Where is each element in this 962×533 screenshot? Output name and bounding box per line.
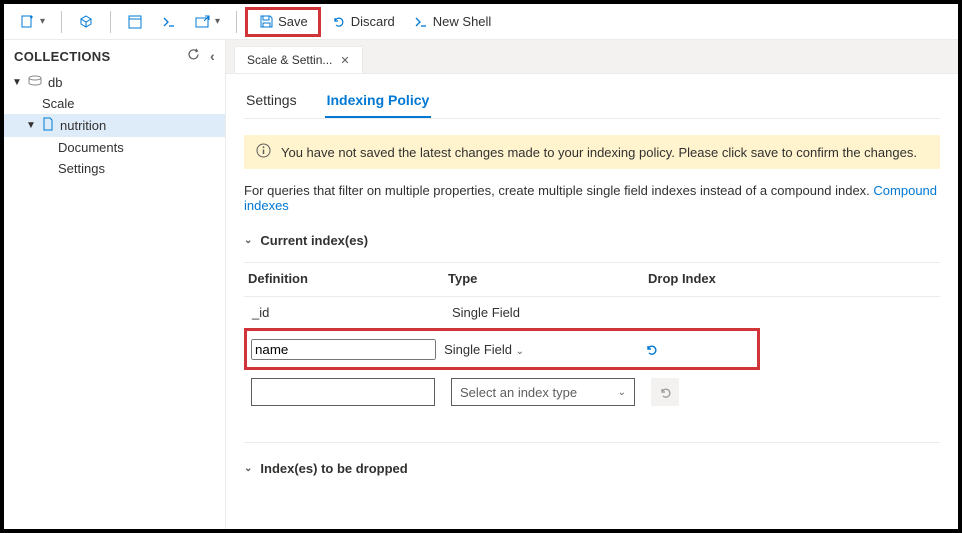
chevron-down-icon: ⌄ bbox=[618, 387, 626, 398]
refresh-icon[interactable] bbox=[187, 48, 200, 64]
panel-icon bbox=[127, 14, 143, 30]
definition-input-new[interactable] bbox=[251, 378, 435, 406]
undo-button[interactable] bbox=[637, 335, 665, 363]
sidebar: COLLECTIONS ‹ ▼ db Scale ▼ bbox=[4, 40, 226, 529]
toolbar-open-button[interactable]: ▾ bbox=[187, 10, 228, 34]
chevron-down-icon: ▾ bbox=[40, 16, 45, 27]
shell-icon bbox=[161, 14, 177, 30]
tree-scale[interactable]: Scale bbox=[4, 93, 225, 114]
subtab-settings[interactable]: Settings bbox=[244, 86, 299, 118]
tree-scale-label: Scale bbox=[42, 96, 75, 111]
description: For queries that filter on multiple prop… bbox=[244, 183, 940, 213]
toolbar-panel-button[interactable] bbox=[119, 10, 151, 34]
header-definition: Definition bbox=[248, 271, 448, 286]
new-collection-button[interactable]: ▾ bbox=[12, 10, 53, 34]
close-icon[interactable]: ✕ bbox=[340, 54, 349, 67]
type-select-name-value: Single Field bbox=[444, 342, 512, 357]
undo-button-disabled bbox=[651, 378, 679, 406]
section-dropped-label: Index(es) to be dropped bbox=[260, 461, 407, 476]
unsaved-notice: You have not saved the latest changes ma… bbox=[244, 135, 940, 169]
separator bbox=[236, 11, 237, 33]
row-id-def: _id bbox=[248, 305, 448, 320]
tree-documents[interactable]: Documents bbox=[4, 137, 225, 158]
save-button[interactable]: Save bbox=[250, 10, 316, 34]
sidebar-header: COLLECTIONS ‹ bbox=[4, 40, 225, 72]
sidebar-title: COLLECTIONS bbox=[14, 49, 110, 64]
cube-icon bbox=[78, 14, 94, 30]
new-shell-button[interactable]: New Shell bbox=[405, 10, 500, 34]
tree: ▼ db Scale ▼ nutrition Documents Setti bbox=[4, 72, 225, 179]
toolbar: ▾ ▾ Save Discard bbox=[4, 4, 958, 40]
caret-down-icon: ▼ bbox=[26, 120, 36, 131]
tree-db[interactable]: ▼ db bbox=[4, 72, 225, 93]
section-current-indexes[interactable]: ⌄ Current index(es) bbox=[244, 233, 940, 248]
caret-down-icon: ▼ bbox=[12, 77, 22, 88]
notice-text: You have not saved the latest changes ma… bbox=[281, 145, 917, 160]
chevron-down-icon: ⌄ bbox=[516, 346, 524, 357]
row-id-type: Single Field bbox=[448, 305, 648, 320]
divider bbox=[244, 442, 940, 443]
index-row-id: _id Single Field bbox=[244, 297, 940, 328]
separator bbox=[110, 11, 111, 33]
open-icon bbox=[195, 14, 211, 30]
type-select-name[interactable]: Single Field ⌄ bbox=[444, 342, 637, 357]
highlight-name-row: Single Field ⌄ bbox=[244, 328, 760, 370]
discard-label: Discard bbox=[351, 14, 395, 29]
save-icon bbox=[258, 14, 274, 30]
tree-nutrition-label: nutrition bbox=[60, 118, 106, 133]
highlight-save: Save bbox=[245, 7, 321, 37]
tab-label: Scale & Settin... bbox=[247, 53, 332, 67]
type-select-new-value: Select an index type bbox=[460, 385, 577, 400]
collapse-icon[interactable]: ‹ bbox=[210, 48, 215, 64]
chevron-down-icon: ▾ bbox=[215, 16, 220, 27]
discard-button[interactable]: Discard bbox=[323, 10, 403, 34]
chevron-down-icon: ⌄ bbox=[244, 235, 252, 246]
document-icon bbox=[42, 117, 54, 134]
shell-icon bbox=[413, 14, 429, 30]
new-shell-label: New Shell bbox=[433, 14, 492, 29]
tree-db-label: db bbox=[48, 75, 62, 90]
content: Scale & Settin... ✕ Settings Indexing Po… bbox=[226, 40, 958, 529]
separator bbox=[61, 11, 62, 33]
chevron-down-icon: ⌄ bbox=[244, 463, 252, 474]
tree-settings-label: Settings bbox=[58, 161, 105, 176]
new-collection-icon bbox=[20, 14, 36, 30]
index-table-header: Definition Type Drop Index bbox=[244, 262, 940, 297]
section-current-label: Current index(es) bbox=[260, 233, 368, 248]
subtabs: Settings Indexing Policy bbox=[244, 86, 940, 119]
undo-icon bbox=[331, 14, 347, 30]
tree-nutrition[interactable]: ▼ nutrition bbox=[4, 114, 225, 137]
section-dropped-indexes[interactable]: ⌄ Index(es) to be dropped bbox=[244, 461, 940, 476]
toolbar-shell-button[interactable] bbox=[153, 10, 185, 34]
database-icon bbox=[28, 75, 42, 90]
tree-settings[interactable]: Settings bbox=[4, 158, 225, 179]
type-select-new[interactable]: Select an index type ⌄ bbox=[451, 378, 635, 406]
subtab-indexing-policy[interactable]: Indexing Policy bbox=[325, 86, 432, 118]
tab-bar: Scale & Settin... ✕ bbox=[226, 40, 958, 74]
desc-text: For queries that filter on multiple prop… bbox=[244, 183, 873, 198]
header-type: Type bbox=[448, 271, 648, 286]
header-drop: Drop Index bbox=[648, 271, 768, 286]
tab-scale-settings[interactable]: Scale & Settin... ✕ bbox=[234, 46, 363, 73]
info-icon bbox=[256, 143, 271, 161]
save-label: Save bbox=[278, 14, 308, 29]
tree-documents-label: Documents bbox=[58, 140, 124, 155]
toolbar-cube-button[interactable] bbox=[70, 10, 102, 34]
definition-input-name[interactable] bbox=[251, 339, 436, 360]
index-row-new: Select an index type ⌄ bbox=[244, 370, 940, 414]
